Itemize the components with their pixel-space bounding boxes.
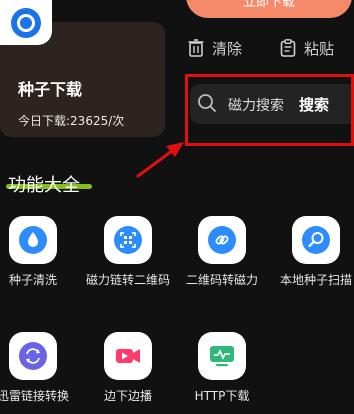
feature-label: HTTP下载 bbox=[194, 389, 250, 403]
video-icon bbox=[104, 332, 152, 380]
feature-local-seed-scan[interactable]: 本地种子扫描 bbox=[271, 216, 354, 288]
link-icon bbox=[198, 216, 246, 264]
feature-label: 本地种子扫描 bbox=[279, 273, 352, 287]
feature-label: 迅雷链接转换 bbox=[0, 389, 69, 403]
feature-label: 磁力链转二维码 bbox=[85, 273, 170, 287]
convert-icon bbox=[9, 332, 57, 380]
feature-qr-to-magnet[interactable]: 二维码转磁力 bbox=[177, 216, 267, 288]
feature-label: 边下边播 bbox=[103, 389, 152, 403]
feature-thunder-link-convert[interactable]: 迅雷链接转换 bbox=[0, 332, 78, 404]
monitor-icon bbox=[198, 332, 246, 380]
magnifier-icon bbox=[292, 216, 340, 264]
feature-play-while-downloading[interactable]: 边下边播 bbox=[83, 332, 173, 404]
section-title: 功能大全 bbox=[8, 175, 80, 196]
feature-seed-clean[interactable]: 种子清洗 bbox=[0, 216, 78, 288]
feature-magnet-to-qr[interactable]: 磁力链转二维码 bbox=[83, 216, 173, 288]
droplet-icon bbox=[9, 216, 57, 264]
feature-label: 二维码转磁力 bbox=[185, 273, 258, 287]
qr-scan-icon bbox=[104, 216, 152, 264]
feature-http-download[interactable]: HTTP下载 bbox=[177, 332, 267, 404]
feature-label: 种子清洗 bbox=[8, 273, 57, 287]
